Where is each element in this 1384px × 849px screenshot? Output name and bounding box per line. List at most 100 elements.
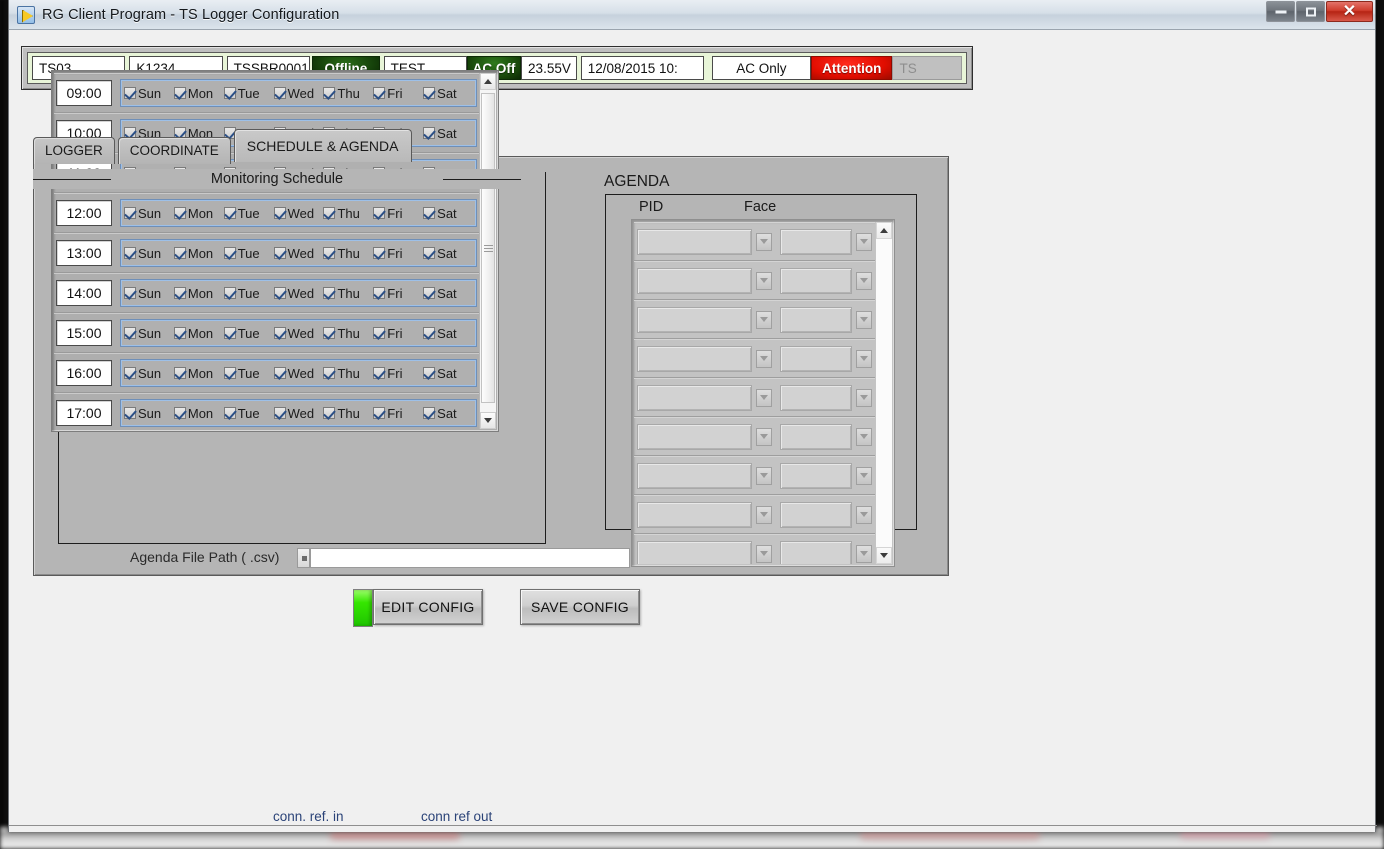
checkbox-fri-icon[interactable] [373,287,386,299]
schedule-day-sat[interactable]: Sat [423,326,473,341]
schedule-day-sat[interactable]: Sat [423,366,473,381]
schedule-day-sun[interactable]: Sun [124,366,174,381]
schedule-day-sun[interactable]: Sun [124,246,174,261]
checkbox-sat-icon[interactable] [423,87,436,99]
checkbox-fri-icon[interactable] [373,87,386,99]
agenda-pid-combo-chevron-down-icon[interactable] [755,271,772,290]
agenda-face-combo[interactable] [779,501,852,528]
schedule-day-tue[interactable]: Tue [223,366,274,381]
checkbox-mon-icon[interactable] [173,287,186,299]
monitoring-schedule-list[interactable]: 09:00SunMonTueWedThuFriSat10:00SunMonTue… [51,70,499,432]
schedule-day-wed[interactable]: Wed [273,86,324,101]
tab-schedule-agenda[interactable]: SCHEDULE & AGENDA [233,129,412,162]
schedule-day-wed[interactable]: Wed [273,286,324,301]
agenda-face-combo[interactable] [779,462,852,489]
checkbox-fri-icon[interactable] [373,407,386,419]
schedule-day-sun[interactable]: Sun [124,286,174,301]
schedule-time-field[interactable]: 17:00 [56,400,112,426]
browse-folder-icon[interactable] [297,548,310,568]
schedule-day-fri[interactable]: Fri [373,286,423,301]
schedule-day-sat[interactable]: Sat [423,126,473,141]
checkbox-sun-icon[interactable] [124,407,136,419]
schedule-day-wed[interactable]: Wed [273,406,324,421]
schedule-day-tue[interactable]: Tue [223,246,274,261]
checkbox-wed-icon[interactable] [273,287,286,299]
tab-logger[interactable]: LOGGER [33,137,115,164]
agenda-face-combo[interactable] [779,384,852,411]
agenda-face-combo[interactable] [779,345,852,372]
agenda-face-combo[interactable] [779,306,852,333]
checkbox-sat-icon[interactable] [423,327,436,339]
schedule-scroll-thumb[interactable] [481,93,495,403]
checkbox-fri-icon[interactable] [373,327,386,339]
schedule-day-wed[interactable]: Wed [273,206,324,221]
schedule-day-tue[interactable]: Tue [223,286,274,301]
agenda-pid-combo-chevron-down-icon[interactable] [755,388,772,407]
agenda-pid-combo[interactable] [637,462,752,489]
schedule-time-field[interactable]: 16:00 [56,360,112,386]
schedule-day-mon[interactable]: Mon [173,86,224,101]
agenda-face-combo[interactable] [779,267,852,294]
schedule-day-thu[interactable]: Thu [323,406,373,421]
schedule-day-fri[interactable]: Fri [373,86,423,101]
schedule-day-mon[interactable]: Mon [173,326,224,341]
schedule-scrollbar[interactable] [479,73,496,429]
agenda-face-combo-chevron-down-icon[interactable] [856,427,872,446]
checkbox-tue-icon[interactable] [223,287,236,299]
agenda-face-combo-chevron-down-icon[interactable] [856,232,872,251]
agenda-pid-combo-chevron-down-icon[interactable] [755,427,772,446]
agenda-pid-combo-chevron-down-icon[interactable] [755,232,772,251]
checkbox-tue-icon[interactable] [223,207,236,219]
schedule-day-sat[interactable]: Sat [423,206,473,221]
agenda-face-combo-chevron-down-icon[interactable] [856,349,872,368]
schedule-day-mon[interactable]: Mon [173,246,224,261]
schedule-day-sat[interactable]: Sat [423,406,473,421]
checkbox-sun-icon[interactable] [124,207,136,219]
maximize-button[interactable] [1296,1,1325,22]
schedule-day-thu[interactable]: Thu [323,366,373,381]
checkbox-wed-icon[interactable] [273,367,286,379]
schedule-day-mon[interactable]: Mon [173,366,224,381]
agenda-pid-combo-chevron-down-icon[interactable] [755,310,772,329]
checkbox-sun-icon[interactable] [124,247,136,259]
schedule-time-field[interactable]: 09:00 [56,80,112,106]
schedule-day-wed[interactable]: Wed [273,326,324,341]
agenda-pid-combo-chevron-down-icon[interactable] [755,544,772,563]
schedule-time-field[interactable]: 15:00 [56,320,112,346]
schedule-day-sat[interactable]: Sat [423,246,473,261]
agenda-face-combo-chevron-down-icon[interactable] [856,544,872,563]
agenda-face-combo[interactable] [779,423,852,450]
schedule-day-thu[interactable]: Thu [323,326,373,341]
checkbox-wed-icon[interactable] [273,207,286,219]
edit-config-button[interactable]: EDIT CONFIG [373,589,483,625]
agenda-pid-combo[interactable] [637,306,752,333]
agenda-scroll-up-arrow[interactable] [876,222,892,239]
checkbox-sat-icon[interactable] [423,127,436,139]
checkbox-tue-icon[interactable] [223,327,236,339]
checkbox-tue-icon[interactable] [223,87,236,99]
checkbox-wed-icon[interactable] [273,407,286,419]
checkbox-sat-icon[interactable] [423,287,436,299]
agenda-scrollbar[interactable] [875,222,892,564]
agenda-pid-combo-chevron-down-icon[interactable] [755,349,772,368]
agenda-list[interactable] [631,219,895,567]
schedule-day-tue[interactable]: Tue [223,206,274,221]
agenda-face-combo-chevron-down-icon[interactable] [856,310,872,329]
checkbox-sun-icon[interactable] [124,87,136,99]
checkbox-sun-icon[interactable] [124,367,136,379]
checkbox-thu-icon[interactable] [323,87,336,99]
checkbox-mon-icon[interactable] [173,327,186,339]
checkbox-mon-icon[interactable] [173,87,186,99]
agenda-face-combo-chevron-down-icon[interactable] [856,388,872,407]
schedule-day-fri[interactable]: Fri [373,206,423,221]
schedule-day-fri[interactable]: Fri [373,406,423,421]
checkbox-mon-icon[interactable] [173,367,186,379]
schedule-day-sat[interactable]: Sat [423,286,473,301]
tab-coordinate[interactable]: COORDINATE [117,137,231,164]
checkbox-wed-icon[interactable] [273,247,286,259]
checkbox-mon-icon[interactable] [173,407,186,419]
agenda-scroll-down-arrow[interactable] [876,547,892,564]
schedule-day-thu[interactable]: Thu [323,206,373,221]
window-titlebar[interactable]: RG Client Program - TS Logger Configurat… [9,0,1375,30]
scroll-up-arrow[interactable] [480,73,496,90]
